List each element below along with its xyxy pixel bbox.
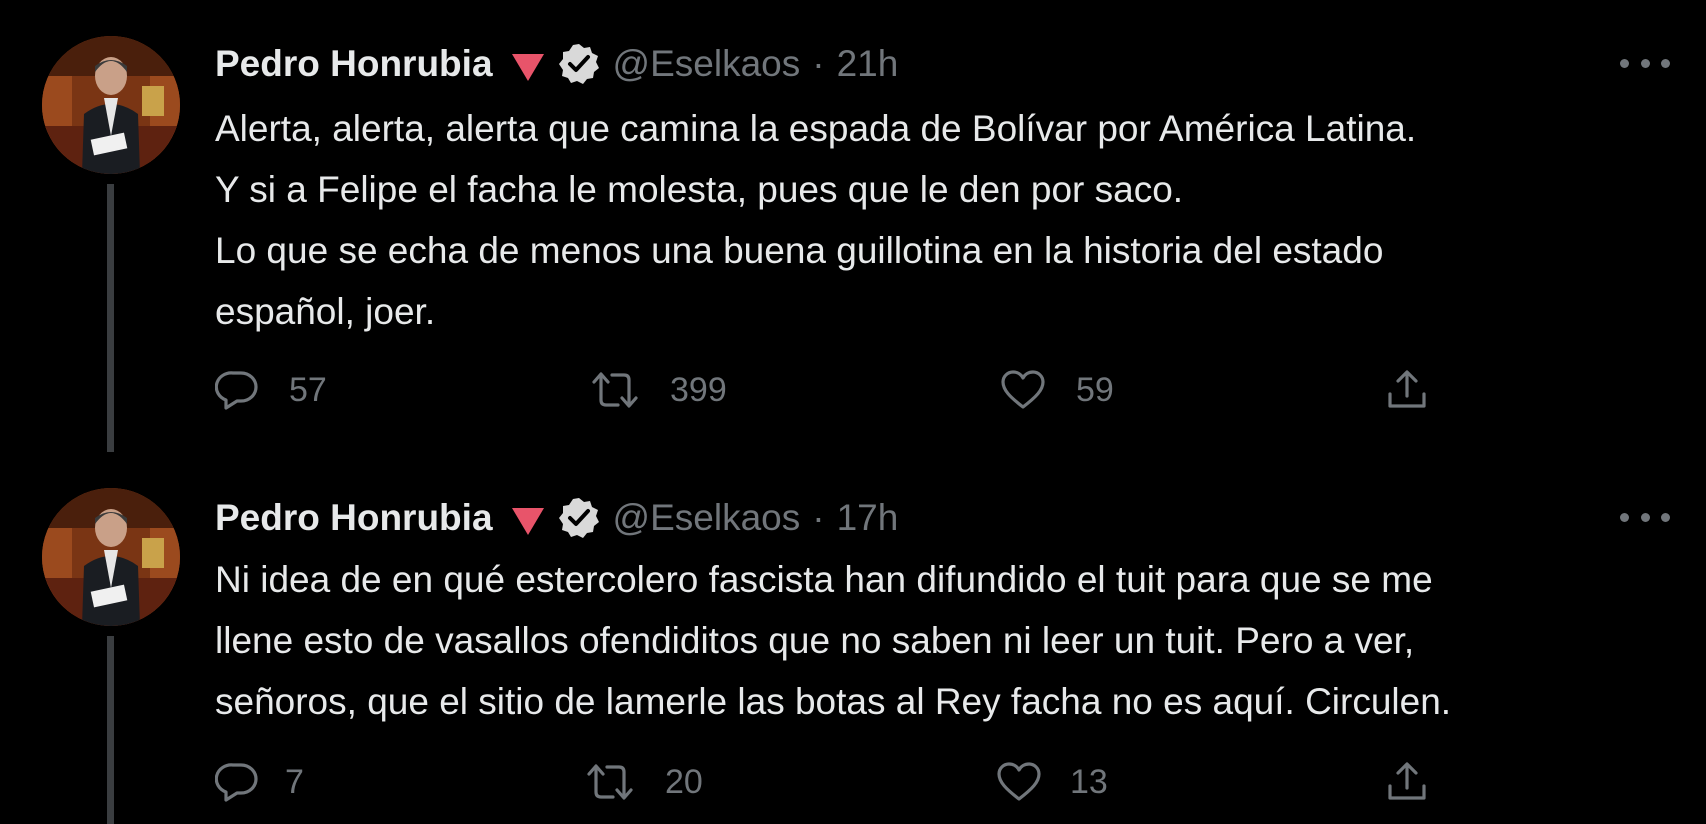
thread-line [107, 184, 114, 452]
share-icon [1388, 370, 1426, 408]
user-handle[interactable]: @Eselkaos [613, 497, 801, 539]
tweet-text-line: Alerta, alerta, alerta que camina la esp… [215, 108, 1417, 149]
verified-badge-icon [557, 42, 601, 86]
reply-icon [215, 371, 258, 410]
dot [1661, 58, 1670, 68]
tweet-text: Alerta, alerta, alerta que camina la esp… [215, 98, 1675, 342]
tweet-timestamp[interactable]: 17h [837, 497, 899, 539]
display-name[interactable]: Pedro Honrubia [215, 43, 493, 85]
dot [1661, 512, 1670, 522]
avatar[interactable] [42, 36, 180, 174]
tweet[interactable]: Pedro Honrubia @Eselkaos · 17h Ni idea d… [0, 452, 1706, 824]
verified-badge-icon [557, 496, 601, 540]
reply-button[interactable]: 7 [215, 752, 304, 812]
retweet-count: 20 [665, 762, 703, 801]
retweet-button[interactable]: 20 [585, 752, 703, 812]
tweet-actions: 7 20 13 [215, 752, 1455, 812]
dot [1620, 58, 1629, 68]
like-icon [997, 762, 1041, 801]
red-triangle-down-icon [511, 503, 545, 535]
reply-count: 7 [285, 762, 304, 801]
retweet-icon [587, 764, 633, 800]
like-count: 59 [1076, 370, 1114, 409]
user-handle[interactable]: @Eselkaos [613, 43, 801, 85]
reply-button[interactable]: 57 [215, 360, 327, 420]
dot [1620, 512, 1629, 522]
tweet-text-line: señoros, que el sitio de lamerle las bot… [215, 681, 1452, 722]
share-button[interactable] [1385, 752, 1429, 812]
reply-count: 57 [289, 370, 327, 409]
dot [1640, 512, 1650, 522]
like-button[interactable]: 59 [1000, 360, 1114, 420]
tweet-actions: 57 399 59 [215, 360, 1455, 420]
more-options-icon[interactable] [1620, 50, 1670, 76]
tweet-text-line: Ni idea de en qué estercolero fascista h… [215, 559, 1433, 600]
like-button[interactable]: 13 [996, 752, 1108, 812]
tweet-timestamp[interactable]: 21h [837, 43, 899, 85]
display-name[interactable]: Pedro Honrubia [215, 497, 493, 539]
dot [1640, 58, 1650, 68]
tweet-text-line: español, joer. [215, 291, 436, 332]
separator-dot: · [812, 497, 825, 538]
tweet-text-line: llene esto de vasallos ofendiditos que n… [215, 620, 1415, 661]
like-icon [1001, 370, 1045, 409]
thread-line [107, 636, 114, 824]
tweet-header: Pedro Honrubia @Eselkaos · 21h [215, 40, 898, 88]
retweet-count: 399 [670, 370, 727, 409]
share-button[interactable] [1385, 360, 1429, 420]
reply-icon [215, 763, 258, 802]
tweet[interactable]: Pedro Honrubia @Eselkaos · 21h Alerta, a… [0, 0, 1706, 452]
tweet-text: Ni idea de en qué estercolero fascista h… [215, 549, 1675, 732]
tweet-header: Pedro Honrubia @Eselkaos · 17h [215, 494, 898, 542]
more-options-icon[interactable] [1620, 504, 1670, 530]
tweet-text-line: Y si a Felipe el facha le molesta, pues … [215, 169, 1184, 210]
retweet-button[interactable]: 399 [590, 360, 727, 420]
retweet-icon [592, 372, 638, 408]
separator-dot: · [812, 43, 825, 84]
avatar[interactable] [42, 488, 180, 626]
tweet-text-line: Lo que se echa de menos una buena guillo… [215, 230, 1384, 271]
share-icon [1388, 762, 1426, 800]
red-triangle-down-icon [511, 49, 545, 81]
like-count: 13 [1070, 762, 1108, 801]
